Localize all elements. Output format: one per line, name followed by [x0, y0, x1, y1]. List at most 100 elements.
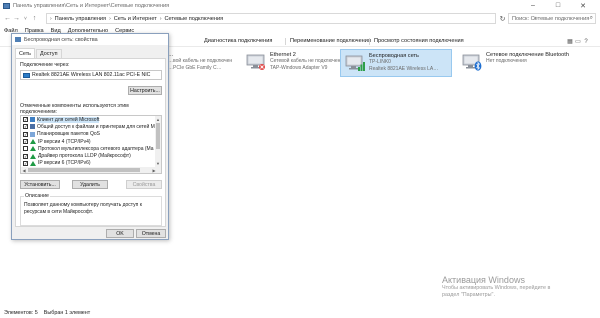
command-divider: [285, 38, 286, 45]
service-icon: [30, 131, 35, 137]
dialog-title: Беспроводная сеть: свойства: [24, 36, 98, 43]
breadcrumb-separator[interactable]: ›: [109, 16, 111, 22]
component-name: IP версии 6 (TCP/IPv6): [38, 160, 91, 167]
list-item[interactable]: ✓ IP версии 4 (TCP/IPv4): [21, 138, 161, 145]
scroll-down-icon[interactable]: ▼: [155, 160, 161, 166]
tab-sharing[interactable]: Доступ: [36, 49, 62, 58]
install-button[interactable]: Установить...: [20, 180, 60, 189]
network-connections-window: Панель управления\Сеть и Интернет\Сетевы…: [0, 0, 600, 318]
search-icon: ⌕: [589, 15, 593, 21]
component-name: Клиент для сетей Microsoft: [37, 116, 100, 123]
properties-button[interactable]: Свойства: [126, 180, 162, 189]
connection-status: Нет подключения: [486, 58, 527, 64]
preview-pane-icon[interactable]: ▭: [574, 38, 582, 45]
horizontal-scrollbar[interactable]: ◀ ▶: [21, 167, 157, 173]
refresh-icon[interactable]: ↻: [498, 13, 507, 24]
network-icon: [15, 37, 21, 42]
scroll-right-icon[interactable]: ▶: [151, 167, 157, 173]
status-bar: Элементов: 5 Выбран 1 элемент: [0, 308, 600, 318]
ethernet-adapter-icon: [245, 52, 267, 72]
tab-network[interactable]: Сеть: [15, 48, 35, 58]
configure-button[interactable]: Настроить...: [128, 86, 162, 95]
watermark-line: раздел "Параметры".: [442, 292, 495, 298]
scroll-left-icon[interactable]: ◀: [21, 167, 27, 173]
component-name: Общий доступ к файлам и принтерам для се…: [37, 123, 156, 130]
components-label: Отмеченные компоненты используются этим …: [20, 103, 129, 115]
component-name: Планировщик пакетов QoS: [37, 131, 100, 138]
address-bar[interactable]: › Панель управления › Сеть и Интернет › …: [46, 13, 536, 24]
location-icon: ›: [50, 15, 52, 22]
description-label: Описание: [24, 193, 50, 199]
scrollbar-thumb[interactable]: [28, 168, 140, 172]
minimize-button[interactable]: –: [523, 0, 543, 11]
component-name: IP версии 4 (TCP/IPv4): [38, 138, 91, 145]
component-name: Драйвер протокола LLDP (Майкрософт): [38, 153, 131, 160]
back-arrow-icon[interactable]: ←: [3, 13, 12, 24]
connection-status: TP-LINK0: [369, 59, 391, 65]
component-checkbox[interactable]: ✓: [23, 153, 28, 159]
component-checkbox[interactable]: [23, 146, 28, 152]
connection-item-ethernet-2[interactable]: Ethernet 2 Сетевой кабель не подключен T…: [242, 49, 340, 77]
address-toolbar: ← → ˅ ↑ › Панель управления › Сеть и Инт…: [0, 11, 600, 26]
connection-item-wireless[interactable]: Беспроводная сеть TP-LINK0 Realtek 8821A…: [340, 49, 452, 77]
command-divider: [369, 38, 370, 45]
dialog-title-bar[interactable]: Беспроводная сеть: свойства: [12, 34, 168, 45]
breadcrumb-separator[interactable]: ›: [160, 16, 162, 22]
vertical-scrollbar[interactable]: ▲ ▼: [155, 116, 161, 173]
watermark-line: Чтобы активировать Windows, перейдите в: [442, 285, 551, 291]
list-item[interactable]: ✓ IP версии 6 (TCP/IPv6): [21, 160, 161, 167]
forward-arrow-icon[interactable]: →: [12, 13, 21, 24]
search-placeholder: Поиск: Сетевые подключения: [512, 15, 590, 22]
breadcrumb-network-connections[interactable]: Сетевые подключения: [165, 16, 224, 22]
component-checkbox[interactable]: ✓: [23, 124, 28, 130]
list-item[interactable]: Протокол мультиплексора сетевого адаптер…: [21, 145, 161, 152]
list-item[interactable]: ✓ Клиент для сетей Microsoft: [21, 116, 161, 123]
ok-button[interactable]: OK: [106, 229, 134, 238]
wireless-adapter-icon: [344, 53, 366, 73]
maximize-button[interactable]: □: [548, 0, 568, 11]
view-options: ▦ ▭ ?: [566, 38, 590, 46]
service-icon: [30, 124, 35, 130]
control-panel-icon: [3, 2, 10, 9]
connection-status: Сетевой кабель не подключен: [270, 58, 341, 64]
components-list[interactable]: ✓ Клиент для сетей Microsoft ✓ Общий дос…: [20, 115, 162, 174]
close-button[interactable]: ✕: [573, 0, 593, 11]
recent-locations-icon[interactable]: ˅: [21, 13, 30, 24]
component-checkbox[interactable]: ✓: [23, 160, 28, 166]
description-text: Позволяет данному компьютеру получать до…: [24, 202, 142, 215]
protocol-icon: [30, 153, 36, 159]
connection-device: Realtek 8821AE Wireless LA…: [369, 66, 439, 72]
component-checkbox[interactable]: ✓: [23, 117, 28, 123]
view-connection-status-button[interactable]: Просмотр состояния подключения: [374, 38, 464, 44]
component-checkbox[interactable]: ✓: [23, 139, 28, 145]
window-title: Панель управления\Сеть и Интернет\Сетевы…: [13, 2, 170, 9]
help-icon[interactable]: ?: [582, 38, 590, 45]
connection-device: TAP-Windows Adapter V9: [270, 65, 328, 71]
list-item[interactable]: ✓ Общий доступ к файлам и принтерам для …: [21, 123, 161, 130]
network-tab-panel: Подключение через: Realtek 8821AE Wirele…: [15, 58, 166, 227]
change-view-icon[interactable]: ▦: [566, 38, 574, 45]
rename-connection-button[interactable]: Переименование подключения: [290, 38, 371, 44]
component-name: Протокол мультиплексора сетевого адаптер…: [38, 145, 154, 152]
protocol-icon: [30, 139, 36, 145]
scroll-up-icon[interactable]: ▲: [155, 116, 161, 122]
scrollbar-thumb[interactable]: [156, 123, 160, 149]
diagnose-connection-button[interactable]: Диагностика подключения: [204, 38, 272, 44]
breadcrumb-control-panel[interactable]: Панель управления: [55, 16, 106, 22]
search-input[interactable]: Поиск: Сетевые подключения ⌕: [508, 13, 596, 24]
wireless-properties-dialog: Беспроводная сеть: свойства Сеть Доступ …: [11, 33, 169, 240]
protocol-icon: [30, 160, 36, 166]
component-checkbox[interactable]: ✓: [23, 131, 28, 137]
connection-item-ethernet[interactable]: … …вой кабель не подключен …PCIe GbE Fam…: [168, 49, 238, 77]
breadcrumb-network-internet[interactable]: Сеть и Интернет: [114, 16, 157, 22]
adapter-field: Realtek 8821AE Wireless LAN 802.11ac PCI…: [20, 70, 162, 80]
connection-item-bluetooth[interactable]: Сетевое подключение Bluetooth Нет подклю…: [458, 49, 569, 77]
cancel-button[interactable]: Отмена: [136, 229, 166, 238]
connection-status: …вой кабель не подключен: [168, 58, 233, 64]
list-item[interactable]: ✓ Планировщик пакетов QoS: [21, 131, 161, 138]
remove-button[interactable]: Удалить: [72, 180, 108, 189]
connection-device: …PCIe GbE Family C…: [168, 65, 222, 71]
watermark-title: Активация Windows: [442, 275, 525, 285]
list-item[interactable]: ✓ Драйвер протокола LLDP (Майкрософт): [21, 152, 161, 159]
up-arrow-icon[interactable]: ↑: [30, 13, 39, 24]
